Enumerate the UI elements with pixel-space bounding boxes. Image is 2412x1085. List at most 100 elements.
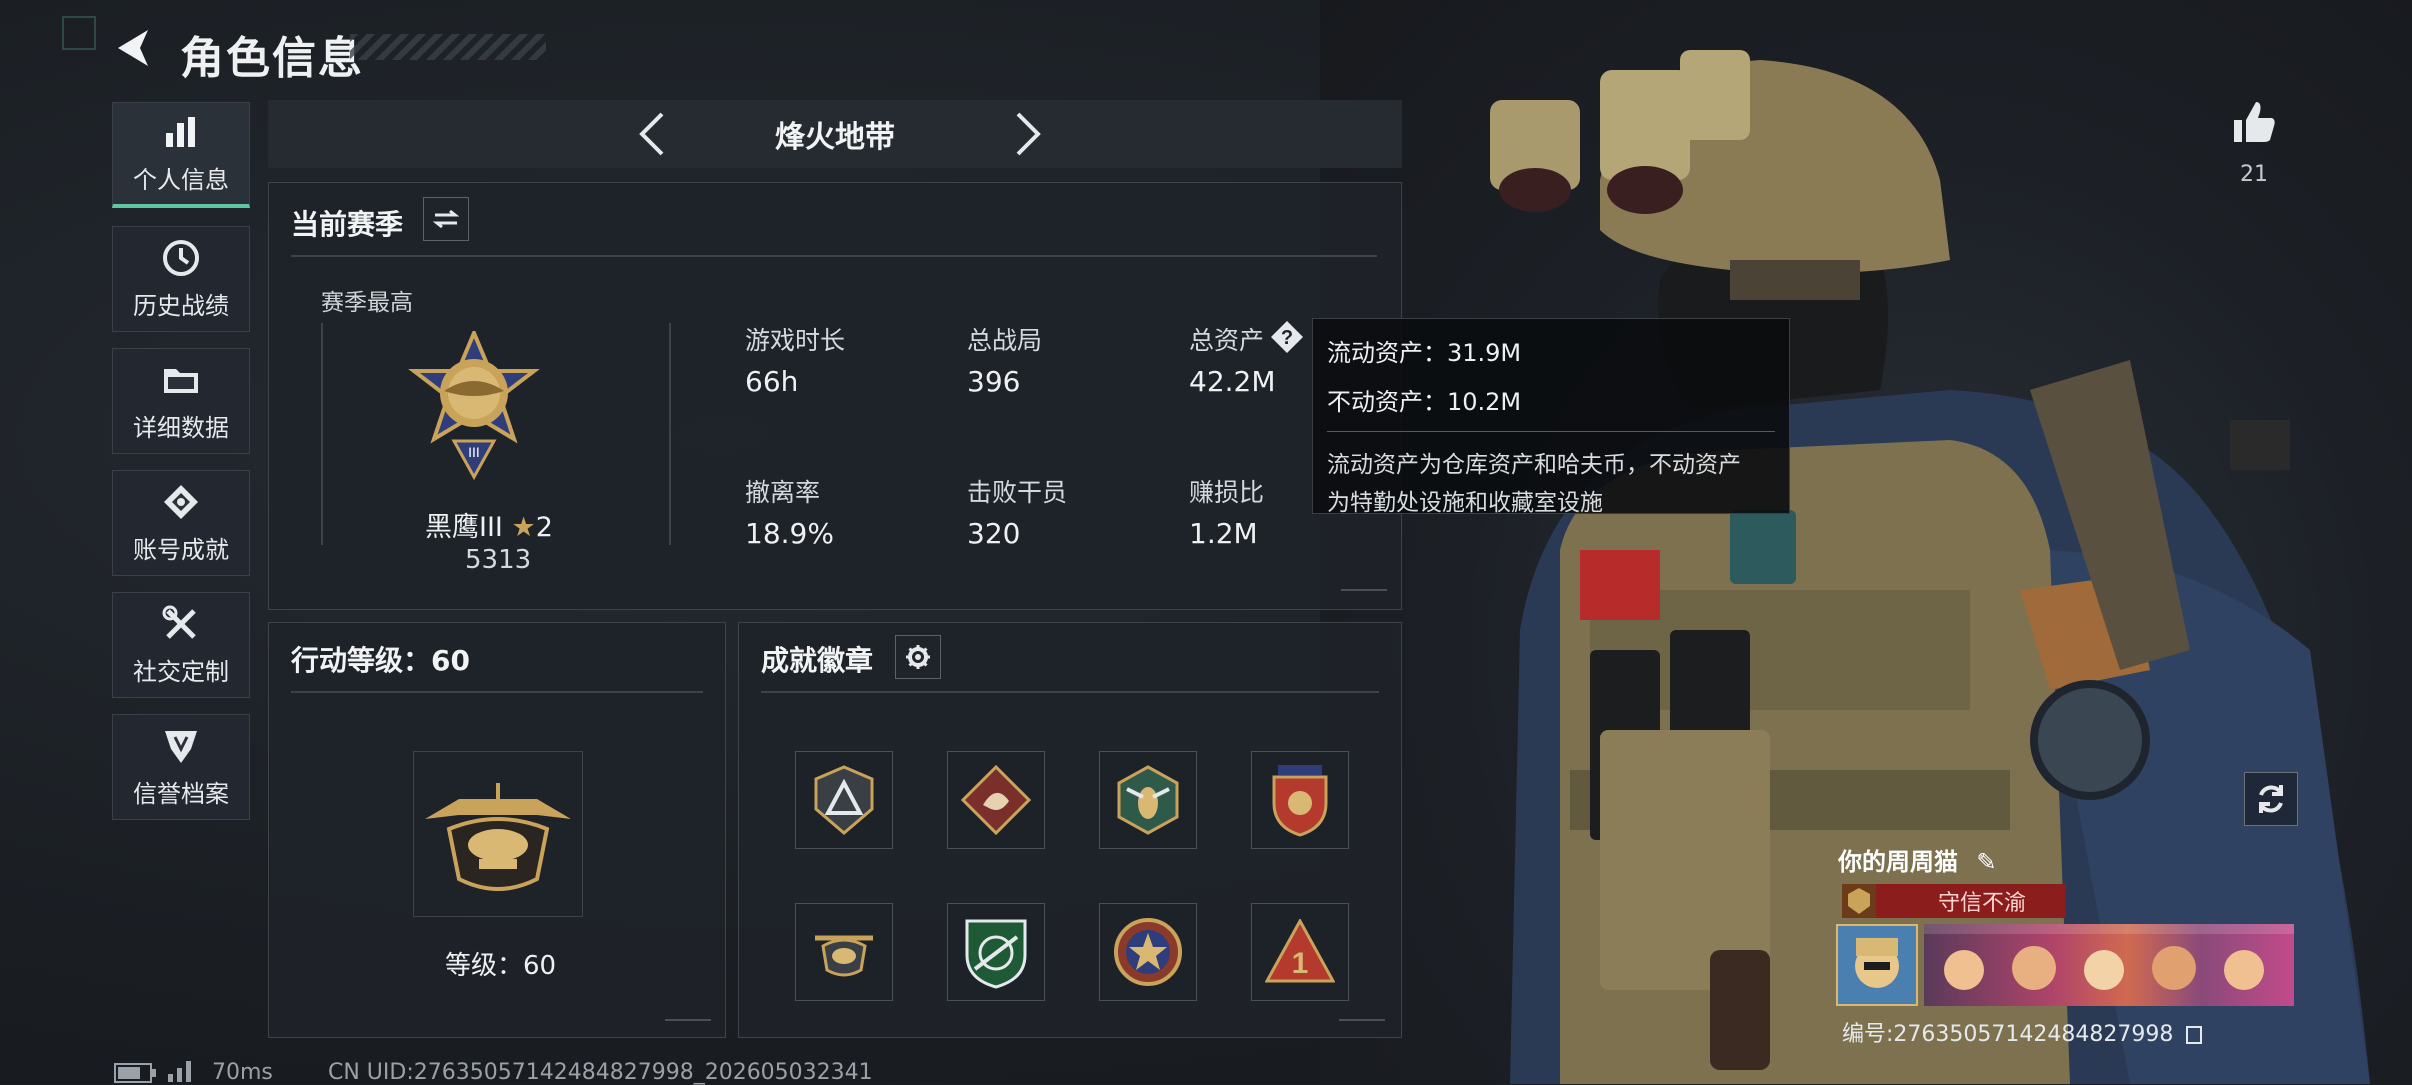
panel-corner-ticks bbox=[1341, 589, 1387, 601]
stat-value-operators-defeated: 320 bbox=[967, 517, 1021, 550]
player-name-row: 你的周周猫 ✎ bbox=[1838, 842, 1996, 877]
tooltip-description-line1: 流动资产为仓库资产和哈夫币，不动资产 bbox=[1327, 452, 1741, 478]
stat-label-total-assets: 总资产 bbox=[1189, 326, 1265, 355]
name-card-banner[interactable] bbox=[1924, 924, 2294, 1006]
clock-history-icon bbox=[161, 238, 201, 278]
player-id-text: 编号:2763505714248482799​8 bbox=[1842, 1022, 2174, 1047]
section-divider bbox=[291, 691, 703, 693]
badge-slot-3[interactable] bbox=[1099, 751, 1197, 849]
stat-label-total-matches: 总战局 bbox=[967, 326, 1043, 355]
shield-badge-icon bbox=[161, 726, 201, 766]
badge-slot-2[interactable] bbox=[947, 751, 1045, 849]
tooltip-description-line2: 为特勤处设施和收藏室设施 bbox=[1327, 490, 1603, 516]
player-title-text: 守信不渝 bbox=[1938, 891, 2027, 916]
bar-chart-icon bbox=[161, 112, 201, 152]
sidebar-item-label: 社交定制 bbox=[133, 657, 229, 686]
achievement-badges-panel: 成就徽章 1 bbox=[738, 622, 1402, 1038]
panel-corner-ticks bbox=[1339, 1019, 1385, 1031]
dragon-badge-icon bbox=[961, 765, 1031, 835]
uid-text: CN UID:27635057142484827998_202605032341 bbox=[328, 1060, 873, 1085]
game-mode-label: 烽火地带 bbox=[775, 120, 895, 155]
sidebar-item-achievements[interactable]: 账号成就 bbox=[112, 470, 250, 576]
wrench-screwdriver-icon bbox=[161, 604, 201, 644]
star-badge-icon bbox=[1114, 918, 1182, 986]
tooltip-liquid-assets: 流动资产：31.9M bbox=[1327, 339, 1522, 367]
corner-frame-mark bbox=[62, 16, 96, 50]
sidebar-item-label: 信誉档案 bbox=[133, 779, 229, 808]
badge-slot-4[interactable] bbox=[1251, 751, 1349, 849]
back-arrow-icon[interactable] bbox=[112, 26, 156, 70]
helicopter-level-emblem-icon bbox=[425, 783, 571, 891]
triangle-badge-icon bbox=[814, 765, 874, 835]
badge-slot-6[interactable] bbox=[947, 903, 1045, 1001]
stat-value-playtime: 66h bbox=[745, 365, 799, 398]
copy-icon[interactable] bbox=[2186, 1026, 2203, 1044]
season-best-label: 赛季最高 bbox=[321, 290, 413, 316]
rank-score: 5313 bbox=[465, 545, 532, 575]
player-id-row: 编号:2763505714248482799​8 bbox=[1842, 1016, 2203, 1048]
stat-label-operators-defeated: 击败干员 bbox=[967, 478, 1068, 507]
signal-icon bbox=[168, 1061, 191, 1082]
stat-value-total-matches: 396 bbox=[967, 365, 1021, 398]
sidebar-item-history[interactable]: 历史战绩 bbox=[112, 226, 250, 332]
number-one-badge-icon: 1 bbox=[1265, 919, 1335, 983]
stat-value-extraction-rate: 18.9% bbox=[745, 517, 834, 550]
sidebar-item-social-custom[interactable]: 社交定制 bbox=[112, 592, 250, 698]
rank-emblem-icon: III bbox=[408, 331, 540, 481]
badge-slot-8[interactable]: 1 bbox=[1251, 903, 1349, 1001]
badges-section-title: 成就徽章 bbox=[761, 644, 874, 677]
current-season-panel: 当前赛季 赛季最高 III 黑鹰III ★2 5313 游戏时长 66h 总战局… bbox=[268, 182, 1402, 610]
svg-text:III: III bbox=[468, 444, 480, 460]
player-name: 你的周周猫 bbox=[1838, 848, 1958, 876]
assets-tooltip: 流动资产：31.9M 不动资产：10.2M 流动资产为仓库资产和哈夫币，不动资产… bbox=[1312, 318, 1790, 516]
badge-slot-1[interactable] bbox=[795, 751, 893, 849]
rank-star-icon: ★ bbox=[511, 512, 536, 543]
svg-text:1: 1 bbox=[1292, 947, 1309, 980]
rank-star-count: 2 bbox=[535, 512, 553, 543]
folder-icon bbox=[161, 360, 201, 400]
edit-pencil-icon[interactable]: ✎ bbox=[1976, 848, 1996, 876]
badge-settings-button[interactable] bbox=[895, 635, 941, 679]
sidebar-item-label: 详细数据 bbox=[133, 413, 229, 442]
banner-characters-image bbox=[1924, 924, 2294, 990]
page-title: 角色信息 bbox=[180, 33, 364, 84]
wasp-badge-icon bbox=[1117, 765, 1179, 835]
title-emblem-icon bbox=[1842, 884, 1876, 918]
avatar[interactable] bbox=[1836, 924, 1918, 1006]
action-level-panel: 行动等级：60 等级：60 bbox=[268, 622, 726, 1038]
battery-icon bbox=[114, 1063, 156, 1083]
title-decoration-stripe bbox=[350, 34, 546, 60]
panel-corner-ticks bbox=[665, 1019, 711, 1031]
sidebar-item-label: 账号成就 bbox=[133, 535, 229, 564]
chevron-left-icon[interactable] bbox=[630, 110, 678, 158]
sidebar-item-credit-record[interactable]: 信誉档案 bbox=[112, 714, 250, 820]
action-level-title: 行动等级：60 bbox=[291, 644, 470, 677]
gear-icon bbox=[906, 645, 930, 669]
level-text: 等级：60 bbox=[445, 951, 557, 981]
avatar-character-icon bbox=[1855, 938, 1899, 988]
ping-text: 70ms bbox=[212, 1060, 273, 1085]
refresh-icon bbox=[2259, 785, 2283, 813]
section-divider bbox=[291, 255, 1377, 257]
badge-slot-7[interactable] bbox=[1099, 903, 1197, 1001]
rotate-view-button[interactable] bbox=[2244, 772, 2298, 826]
like-count: 21 bbox=[2240, 162, 2268, 187]
thumbs-up-icon[interactable] bbox=[2230, 98, 2278, 146]
shield-crest-badge-icon bbox=[1272, 765, 1328, 837]
chevron-right-icon[interactable] bbox=[1002, 110, 1050, 158]
badge-slot-5[interactable] bbox=[795, 903, 893, 1001]
switch-season-button[interactable] bbox=[423, 197, 469, 241]
player-title-tag: 守信不渝 bbox=[1842, 884, 2066, 918]
stat-label-extraction-rate: 撤离率 bbox=[745, 478, 821, 507]
sidebar-item-label: 个人信息 bbox=[133, 166, 229, 194]
sidebar-item-detailed-data[interactable]: 详细数据 bbox=[112, 348, 250, 454]
helicopter-badge-icon bbox=[815, 935, 873, 977]
sidebar-item-personal-info[interactable]: 个人信息 bbox=[112, 102, 250, 208]
stat-label-profit-loss: 赚损比 bbox=[1189, 478, 1265, 507]
game-mode-switcher: 烽火地带 bbox=[268, 100, 1402, 168]
achievement-icon bbox=[161, 482, 201, 522]
sidebar-item-label: 历史战绩 bbox=[133, 291, 229, 320]
tooltip-fixed-assets: 不动资产：10.2M bbox=[1327, 388, 1522, 416]
help-question-icon[interactable]: ? bbox=[1269, 319, 1305, 355]
rifle-badge-icon bbox=[965, 919, 1027, 989]
